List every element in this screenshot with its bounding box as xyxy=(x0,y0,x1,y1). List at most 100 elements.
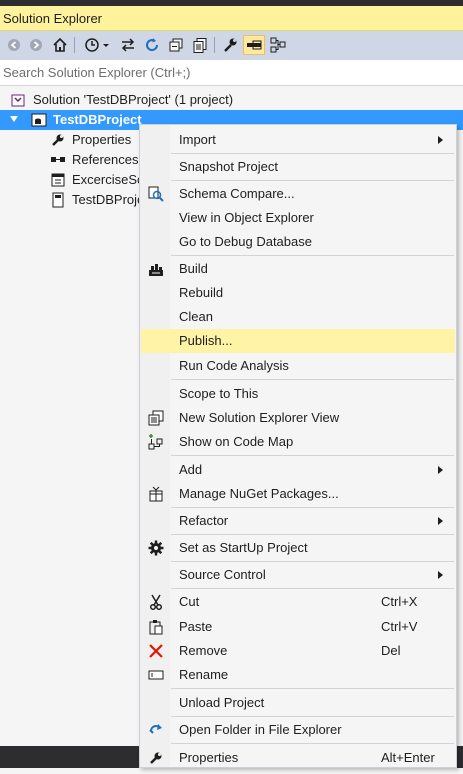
menu-item-shortcut: Alt+Enter xyxy=(381,750,435,765)
menu-item-label: Schema Compare... xyxy=(179,186,295,201)
collapse-all-icon[interactable] xyxy=(166,35,186,55)
menu-item-new-solution-explorer-view[interactable]: New Solution Explorer View xyxy=(141,406,455,430)
menu-separator xyxy=(171,153,454,154)
tree-item-label: ExcerciseScl xyxy=(72,172,147,187)
menu-item-label: New Solution Explorer View xyxy=(179,410,340,425)
menu-item-label: Paste xyxy=(179,619,213,634)
menu-item-label: Go to Debug Database xyxy=(179,234,312,249)
code-map-icon[interactable] xyxy=(268,35,288,55)
expand-arrow-icon[interactable] xyxy=(10,116,18,122)
pending-changes-icon[interactable] xyxy=(82,35,112,55)
menu-item-set-as-startup-project[interactable]: Set as StartUp Project xyxy=(141,536,455,560)
schema-compare-icon xyxy=(148,186,164,202)
menu-item-label: Unload Project xyxy=(179,695,265,710)
tree-item-label: References xyxy=(72,152,139,167)
menu-separator xyxy=(171,688,454,689)
menu-item-label: Clean xyxy=(179,309,213,324)
menu-item-scope-to-this[interactable]: Scope to This xyxy=(141,382,455,406)
show-all-files-icon[interactable] xyxy=(190,35,210,55)
file-icon xyxy=(50,192,66,208)
menu-item-snapshot-project[interactable]: Snapshot Project xyxy=(141,155,455,179)
preview-icon[interactable] xyxy=(243,35,265,55)
menu-separator xyxy=(171,180,454,181)
menu-item-properties[interactable]: Properties Alt+Enter xyxy=(141,746,455,770)
menu-item-publish[interactable]: Publish... xyxy=(141,329,455,353)
menu-item-label: Refactor xyxy=(179,513,229,528)
menu-item-shortcut: Del xyxy=(381,643,401,658)
context-menu: Import Snapshot Project Schema Compare..… xyxy=(139,124,457,768)
menu-item-schema-compare[interactable]: Schema Compare... xyxy=(141,182,455,206)
tree-item-solution[interactable]: Solution 'TestDBProject' (1 project) xyxy=(0,90,463,110)
refresh-icon[interactable] xyxy=(142,35,162,55)
menu-item-label: Set as StartUp Project xyxy=(179,540,308,555)
menu-separator xyxy=(171,455,454,456)
menu-item-open-folder-in-file-explorer[interactable]: Open Folder in File Explorer xyxy=(141,718,455,742)
search-placeholder: Search Solution Explorer (Ctrl+;) xyxy=(3,65,191,80)
menu-item-rename[interactable]: Rename xyxy=(141,663,455,687)
menu-separator xyxy=(171,379,454,380)
solution-icon xyxy=(10,92,26,108)
menu-item-build[interactable]: Build xyxy=(141,257,455,281)
menu-item-run-code-analysis[interactable]: Run Code Analysis xyxy=(141,354,455,378)
menu-item-shortcut: Ctrl+V xyxy=(381,619,418,634)
menu-separator xyxy=(171,255,454,256)
database-project-icon xyxy=(31,112,47,128)
rename-icon xyxy=(148,667,164,683)
schema-file-icon xyxy=(50,172,66,188)
menu-item-show-on-code-map[interactable]: Show on Code Map xyxy=(141,430,455,454)
solution-explorer-toolbar xyxy=(0,31,463,60)
menu-item-label: Remove xyxy=(179,643,228,658)
menu-item-remove[interactable]: Remove Del xyxy=(141,639,455,663)
menu-item-source-control[interactable]: Source Control xyxy=(141,563,455,587)
menu-item-view-in-object-explorer[interactable]: View in Object Explorer xyxy=(141,206,455,230)
tree-item-label: TestDBProje xyxy=(72,192,145,207)
forward-icon[interactable] xyxy=(26,35,46,55)
menu-separator xyxy=(171,507,454,508)
gear-icon xyxy=(148,540,164,556)
menu-item-label: Properties xyxy=(179,750,239,765)
menu-item-label: Build xyxy=(179,261,208,276)
build-icon xyxy=(148,261,164,277)
menu-item-label: Rename xyxy=(179,667,229,682)
wrench-icon xyxy=(148,750,164,766)
menu-item-label: Open Folder in File Explorer xyxy=(179,722,342,737)
menu-item-label: Manage NuGet Packages... xyxy=(179,486,339,501)
scissors-icon xyxy=(148,594,164,611)
menu-item-refactor[interactable]: Refactor xyxy=(141,509,455,533)
menu-item-label: Show on Code Map xyxy=(179,434,294,449)
back-icon[interactable] xyxy=(4,35,24,55)
sync-icon[interactable] xyxy=(118,35,138,55)
references-icon xyxy=(50,152,66,168)
solution-label: Solution 'TestDBProject' (1 project) xyxy=(33,92,234,107)
menu-item-paste[interactable]: Paste Ctrl+V xyxy=(141,615,455,639)
menu-separator xyxy=(171,561,454,562)
properties-icon[interactable] xyxy=(220,35,240,55)
remove-icon xyxy=(148,643,164,659)
nuget-icon xyxy=(148,486,164,502)
menu-item-go-to-debug-database[interactable]: Go to Debug Database xyxy=(141,230,455,254)
tree-item-label: Properties xyxy=(72,132,132,147)
menu-separator xyxy=(171,716,454,717)
menu-item-add[interactable]: Add xyxy=(141,458,455,482)
menu-item-manage-nuget-packages[interactable]: Manage NuGet Packages... xyxy=(141,482,455,506)
menu-item-shortcut: Ctrl+X xyxy=(381,594,418,609)
menu-item-label: Scope to This xyxy=(179,386,259,401)
menu-separator xyxy=(171,588,454,589)
search-input[interactable]: Search Solution Explorer (Ctrl+;) xyxy=(0,60,463,86)
menu-item-label: Run Code Analysis xyxy=(179,358,289,373)
home-icon[interactable] xyxy=(50,35,70,55)
menu-item-clean[interactable]: Clean xyxy=(141,305,455,329)
panel-title-bar[interactable]: Solution Explorer xyxy=(0,6,463,31)
paste-icon xyxy=(148,619,164,635)
panel-title: Solution Explorer xyxy=(3,11,102,26)
submenu-arrow-icon xyxy=(438,571,443,579)
menu-item-label: Add xyxy=(179,462,203,477)
menu-item-label: Publish... xyxy=(179,333,233,348)
menu-item-label: Rebuild xyxy=(179,285,224,300)
menu-item-rebuild[interactable]: Rebuild xyxy=(141,281,455,305)
menu-item-unload-project[interactable]: Unload Project xyxy=(141,691,455,715)
menu-item-cut[interactable]: Cut Ctrl+X xyxy=(141,590,455,614)
menu-separator xyxy=(171,743,454,744)
submenu-arrow-icon xyxy=(438,136,443,144)
menu-item-import[interactable]: Import xyxy=(141,128,455,152)
